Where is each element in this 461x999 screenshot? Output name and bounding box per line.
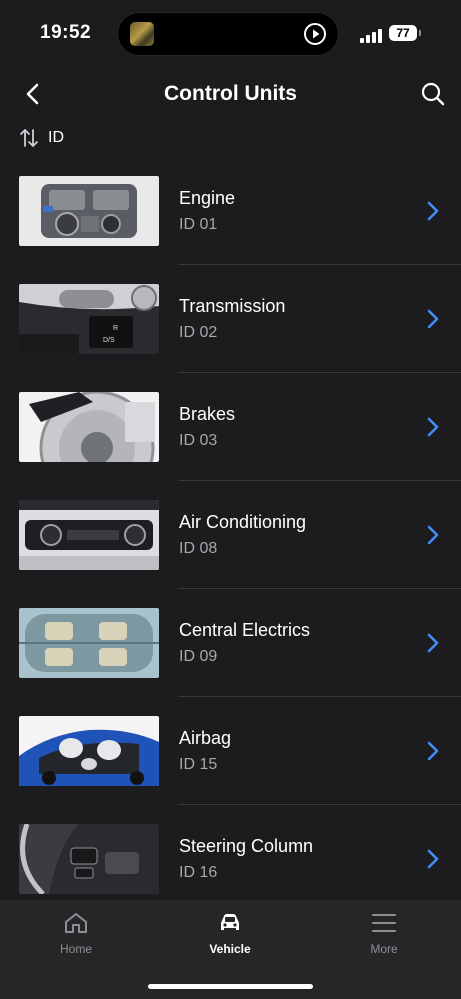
unit-id: ID 16	[179, 864, 218, 881]
brakes-thumbnail	[19, 392, 159, 462]
steering-column-thumbnail	[19, 824, 159, 894]
unit-id: ID 08	[179, 540, 218, 557]
tab-label: Home	[59, 942, 92, 956]
unit-name: Airbag	[179, 728, 232, 748]
tab-more[interactable]: More	[324, 910, 444, 960]
battery-tip	[419, 30, 421, 36]
unit-id: ID 09	[179, 648, 218, 665]
unit-id: ID 01	[179, 216, 218, 233]
divider	[179, 588, 461, 589]
car-icon	[221, 914, 239, 930]
chevron-right-icon	[427, 201, 439, 221]
tab-label: Vehicle	[209, 942, 251, 956]
battery-icon: 77	[389, 25, 417, 41]
engine-thumbnail	[19, 176, 159, 246]
chevron-right-icon	[427, 633, 439, 653]
transmission-thumbnail: R D/S	[19, 284, 159, 354]
unit-name: Air Conditioning	[179, 512, 307, 532]
divider	[179, 804, 461, 805]
divider	[179, 480, 461, 481]
unit-name: Central Electrics	[179, 620, 311, 640]
list-item-brakes[interactable]: Brakes ID 03	[0, 376, 461, 484]
cellular-signal-icon	[360, 27, 384, 43]
chevron-right-icon	[427, 417, 439, 437]
chevron-right-icon	[427, 309, 439, 329]
tab-vehicle[interactable]: Vehicle	[170, 910, 290, 960]
tab-label: More	[370, 942, 398, 956]
status-bar: 19:52 77	[0, 0, 461, 70]
home-indicator	[148, 984, 313, 989]
battery-level: 77	[396, 26, 410, 40]
now-playing-artwork	[130, 22, 154, 46]
unit-name: Brakes	[179, 404, 236, 424]
tab-home[interactable]: Home	[16, 910, 136, 960]
list-item-air-conditioning[interactable]: Air Conditioning ID 08	[0, 484, 461, 592]
list-item-engine[interactable]: Engine ID 01	[0, 160, 461, 268]
svg-text:R: R	[113, 325, 118, 332]
central-electrics-thumbnail	[19, 608, 159, 678]
status-time: 19:52	[40, 22, 92, 43]
list-item-airbag[interactable]: Airbag ID 15	[0, 700, 461, 808]
sort-label: ID	[48, 129, 64, 146]
unit-id: ID 03	[179, 432, 218, 449]
menu-icon	[372, 914, 396, 932]
chevron-right-icon	[427, 849, 439, 869]
unit-id: ID 15	[179, 756, 218, 773]
unit-name: Engine	[179, 188, 236, 208]
unit-id: ID 02	[179, 324, 218, 341]
sort-control[interactable]: ID	[18, 126, 64, 150]
home-icon	[65, 913, 87, 933]
unit-name: Transmission	[179, 296, 286, 316]
chevron-right-icon	[427, 525, 439, 545]
list-item-central-electrics[interactable]: Central Electrics ID 09	[0, 592, 461, 700]
search-icon[interactable]	[419, 80, 447, 108]
unit-name: Steering Column	[179, 836, 314, 856]
chevron-right-icon	[427, 741, 439, 761]
divider	[179, 696, 461, 697]
list-item-transmission[interactable]: R D/S Transmission ID 02	[0, 268, 461, 376]
divider	[179, 264, 461, 265]
dynamic-island[interactable]	[117, 12, 339, 56]
svg-text:D/S: D/S	[103, 337, 115, 344]
play-icon[interactable]	[303, 22, 327, 46]
airbag-thumbnail	[19, 716, 159, 786]
page-title: Control Units	[164, 82, 297, 105]
sort-icon	[20, 129, 38, 147]
divider	[179, 372, 461, 373]
air-conditioning-thumbnail	[19, 500, 159, 570]
